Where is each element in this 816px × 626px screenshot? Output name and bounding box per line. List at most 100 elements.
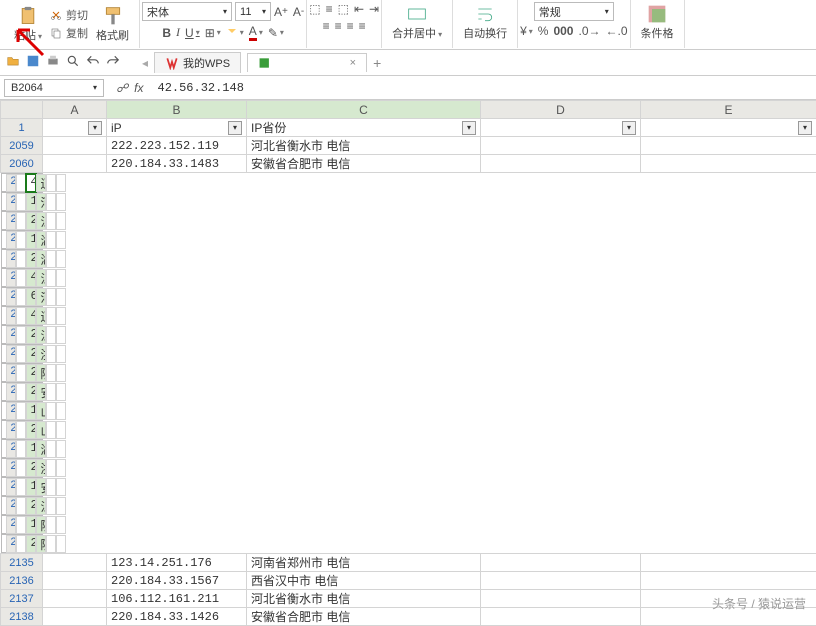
cell[interactable]: [16, 345, 26, 363]
cell[interactable]: [56, 478, 66, 496]
cell[interactable]: [46, 364, 56, 382]
cell[interactable]: [16, 288, 26, 306]
cell[interactable]: [46, 478, 56, 496]
cell[interactable]: [16, 231, 26, 249]
cell[interactable]: 220.184.33.1543: [26, 497, 36, 515]
cell[interactable]: [16, 212, 26, 230]
cell[interactable]: [46, 421, 56, 439]
cell[interactable]: [16, 459, 26, 477]
cell[interactable]: 江苏省无锡市 电信: [36, 212, 46, 230]
cell[interactable]: 114.101.237.99: [26, 478, 36, 496]
tab-nav-left-icon[interactable]: ◂: [142, 56, 148, 70]
redo-icon[interactable]: [106, 54, 120, 71]
undo-icon[interactable]: [86, 54, 100, 71]
cell[interactable]: 河北省衡水市 电信: [247, 137, 481, 155]
cell[interactable]: [16, 497, 26, 515]
cell[interactable]: [56, 364, 66, 382]
cell[interactable]: 河南省郑州市 联通: [36, 288, 46, 306]
cell[interactable]: [16, 174, 26, 192]
font-name-select[interactable]: 宋体▾: [142, 2, 232, 21]
cell[interactable]: 220.184.33.1505: [26, 383, 36, 401]
cell[interactable]: [16, 402, 26, 420]
row-header[interactable]: 2077: [6, 269, 16, 287]
cell[interactable]: [56, 250, 66, 268]
row-header[interactable]: 2113: [6, 421, 16, 439]
col-header[interactable]: C: [247, 101, 481, 119]
cell[interactable]: [43, 554, 107, 572]
cell[interactable]: [16, 478, 26, 496]
col-header[interactable]: D: [481, 101, 641, 119]
cell[interactable]: 113.221.44.116: [26, 440, 36, 458]
cell[interactable]: 浙江省温州市 电信: [36, 345, 46, 363]
cell[interactable]: [481, 554, 641, 572]
cell[interactable]: [641, 572, 816, 590]
cell[interactable]: [56, 516, 66, 534]
cell[interactable]: 220.190.183.107: [26, 459, 36, 477]
cell[interactable]: 106.112.161.211: [107, 590, 247, 608]
cell[interactable]: [46, 288, 56, 306]
cell[interactable]: [56, 402, 66, 420]
cell[interactable]: [46, 231, 56, 249]
row-header[interactable]: 2088: [6, 326, 16, 344]
cell[interactable]: [16, 535, 26, 553]
cell[interactable]: 河北省衡水市 电信: [247, 590, 481, 608]
cell[interactable]: [46, 269, 56, 287]
cell[interactable]: 111.177.193.243: [26, 231, 36, 249]
justify-icon[interactable]: ≡: [359, 19, 366, 33]
row-header[interactable]: 2072: [6, 231, 16, 249]
cell[interactable]: [16, 269, 26, 287]
cell[interactable]: [56, 288, 66, 306]
cell[interactable]: [16, 307, 26, 325]
print-icon[interactable]: [46, 54, 60, 71]
cell[interactable]: 陕西省西安市 电信: [36, 535, 46, 553]
row-header[interactable]: 2138: [1, 608, 43, 626]
cell[interactable]: [43, 590, 107, 608]
number-format-select[interactable]: 常规▾: [534, 2, 614, 21]
cell[interactable]: 220.184.33.1426: [107, 608, 247, 626]
indent-right-icon[interactable]: ⇥: [369, 2, 379, 16]
cell[interactable]: 49.73.170.176: [26, 269, 36, 287]
preview-icon[interactable]: [66, 54, 80, 71]
cell[interactable]: 湖南省长沙市 电信: [36, 440, 46, 458]
spreadsheet-grid[interactable]: A B C D E 1▾iP▾IP省份▾▾▾2059222.223.152.11…: [0, 100, 816, 626]
select-all-corner[interactable]: [1, 101, 43, 119]
cell[interactable]: [56, 459, 66, 477]
indent-left-icon[interactable]: ⇤: [354, 2, 364, 16]
format-painter-button[interactable]: 格式刷: [92, 4, 133, 45]
filter-icon[interactable]: ▾: [88, 121, 102, 135]
cell[interactable]: ▾: [43, 119, 107, 137]
row-header[interactable]: 2098: [6, 383, 16, 401]
cell[interactable]: 123.14.251.176: [107, 554, 247, 572]
cell[interactable]: 222.223.152.119: [107, 137, 247, 155]
align-middle-icon[interactable]: ≡: [326, 2, 333, 16]
cell[interactable]: [16, 326, 26, 344]
cell[interactable]: 61.52.68.239: [26, 288, 36, 306]
cell[interactable]: [56, 440, 66, 458]
row-header[interactable]: 2109: [6, 402, 16, 420]
comma-icon[interactable]: 000: [553, 24, 573, 38]
align-top-icon[interactable]: ⬚: [309, 2, 320, 16]
cell[interactable]: 42.56.32.148: [26, 174, 36, 192]
row-header[interactable]: 2059: [1, 137, 43, 155]
col-header[interactable]: E: [641, 101, 816, 119]
copy-button[interactable]: 复制: [50, 25, 88, 41]
cell[interactable]: [46, 307, 56, 325]
cell[interactable]: 陕西省汉中市 电信: [36, 364, 46, 382]
cell[interactable]: [46, 402, 56, 420]
align-left-icon[interactable]: ≡: [323, 19, 330, 33]
filter-icon[interactable]: ▾: [228, 121, 242, 135]
cell[interactable]: [56, 535, 66, 553]
align-bottom-icon[interactable]: ⬚: [338, 2, 349, 16]
row-header[interactable]: 2125: [6, 478, 16, 496]
cell[interactable]: [56, 383, 66, 401]
font-color-button[interactable]: A: [249, 24, 263, 41]
cell[interactable]: 182.35.2.187: [26, 402, 36, 420]
cell[interactable]: 220.184.33.1483: [107, 155, 247, 173]
cell[interactable]: 安徽省合肥市 电信: [247, 155, 481, 173]
font-size-select[interactable]: 11▾: [235, 2, 271, 21]
merge-button[interactable]: 合并居中: [388, 2, 446, 43]
row-header[interactable]: 2135: [1, 554, 43, 572]
cell[interactable]: [16, 516, 26, 534]
border-button[interactable]: ⊞: [205, 26, 221, 40]
cell[interactable]: [46, 516, 56, 534]
